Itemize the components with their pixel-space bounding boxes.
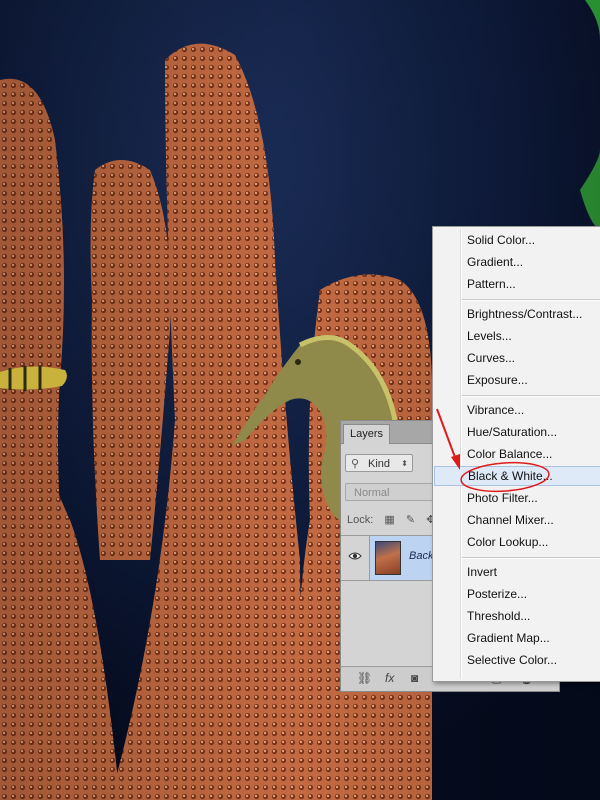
tab-layers[interactable]: Layers [343,424,391,444]
lock-label: Lock: [347,514,374,526]
menu-item-selective-color[interactable]: Selective Color... [434,650,600,670]
menu-item-exposure[interactable]: Exposure... [434,370,600,390]
menu-item-pattern[interactable]: Pattern... [434,274,600,294]
lock-row: Lock: ▦ ✎ ✥ [347,513,443,526]
menu-item-photo-filter[interactable]: Photo Filter... [434,488,600,508]
menu-item-levels[interactable]: Levels... [434,326,600,346]
menu-separator [462,557,600,559]
search-icon: ⚲ [351,458,360,470]
menu-item-black-white[interactable]: Black & White... [434,466,600,486]
menu-item-invert[interactable]: Invert [434,562,600,582]
fx-icon[interactable]: fx [385,671,394,685]
menu-item-curves[interactable]: Curves... [434,348,600,368]
menu-item-color-lookup[interactable]: Color Lookup... [434,532,600,552]
menu-item-solid-color[interactable]: Solid Color... [434,230,600,250]
menu-separator [462,299,600,301]
kind-filter-label: Kind [368,458,391,470]
kind-filter-select[interactable]: ⚲ Kind ⬍ [345,454,413,472]
menu-item-posterize[interactable]: Posterize... [434,584,600,604]
lock-brush-icon[interactable]: ✎ [406,513,415,526]
menu-item-color-balance[interactable]: Color Balance... [434,444,600,464]
menu-item-hue-saturation[interactable]: Hue/Saturation... [434,422,600,442]
mask-icon[interactable]: ◙ [411,671,418,685]
menu-item-gradient-map[interactable]: Gradient Map... [434,628,600,648]
menu-item-channel-mixer[interactable]: Channel Mixer... [434,510,600,530]
menu-item-gradient[interactable]: Gradient... [434,252,600,272]
layer-thumbnail[interactable] [375,541,401,575]
lock-transparency-icon[interactable]: ▦ [384,513,394,526]
layer-name[interactable]: Back [409,550,433,562]
menu-item-vibrance[interactable]: Vibrance... [434,400,600,420]
visibility-toggle[interactable] [341,536,370,580]
updown-arrow-icon: ⬍ [401,459,408,468]
menu-separator [462,395,600,397]
menu-item-brightness-contrast[interactable]: Brightness/Contrast... [434,304,600,324]
eye-icon [348,552,362,560]
menu-item-threshold[interactable]: Threshold... [434,606,600,626]
adjustment-layer-menu: Solid Color... Gradient... Pattern... Brigh… [432,226,600,682]
link-icon[interactable]: ⛓ [357,671,372,685]
